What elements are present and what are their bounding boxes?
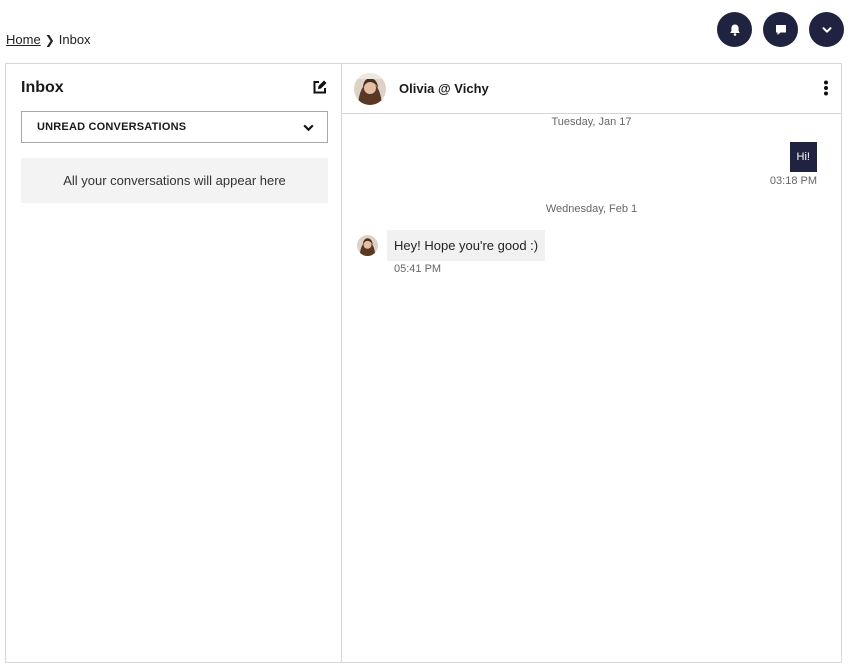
contact-avatar-icon <box>354 72 386 105</box>
inbox-title: Inbox <box>21 79 64 96</box>
outgoing-message: Hi! <box>789 142 817 172</box>
avatar[interactable] <box>354 72 386 105</box>
vertical-dots-icon <box>824 80 828 96</box>
contact-avatar-icon <box>357 235 378 256</box>
bell-icon <box>729 24 740 36</box>
chevron-down-icon <box>822 26 831 33</box>
notifications-button[interactable] <box>717 12 752 47</box>
contact-name: Olivia @ Vichy <box>399 81 489 96</box>
message-timestamp: 03:18 PM <box>769 175 817 187</box>
messages-button[interactable] <box>763 12 798 47</box>
conversation-filter-dropdown[interactable]: UNREAD CONVERSATIONS <box>21 111 328 143</box>
compose-button[interactable] <box>311 79 328 101</box>
conversation-view: Olivia @ Vichy Tuesday, Jan 17 Hi! 03:18… <box>342 64 841 662</box>
date-separator: Tuesday, Jan 17 <box>551 116 632 128</box>
account-menu-button[interactable] <box>809 12 844 47</box>
top-bar: Home ❯ Inbox <box>0 0 850 62</box>
conversation-header: Olivia @ Vichy <box>342 64 841 114</box>
chevron-down-icon <box>303 124 314 131</box>
breadcrumb-home-link[interactable]: Home <box>6 32 41 47</box>
messaging-panel: Inbox UNREAD CONVERSATIONS All your conv… <box>5 63 842 663</box>
top-actions <box>717 12 844 47</box>
chat-bubble-icon <box>775 24 786 35</box>
breadcrumb-current: Inbox <box>58 32 91 47</box>
more-options-button[interactable] <box>823 80 829 101</box>
empty-state-message: All your conversations will appear here <box>21 158 328 203</box>
breadcrumb-separator-icon: ❯ <box>44 32 55 47</box>
avatar <box>357 235 378 256</box>
date-separator: Wednesday, Feb 1 <box>545 203 638 215</box>
incoming-message: Hey! Hope you're good :) <box>387 230 546 261</box>
breadcrumb: Home ❯ Inbox <box>6 32 91 47</box>
filter-selected-value: UNREAD CONVERSATIONS <box>37 121 187 133</box>
compose-icon <box>313 80 327 94</box>
inbox-sidebar: Inbox UNREAD CONVERSATIONS All your conv… <box>6 64 342 662</box>
message-timestamp: 05:41 PM <box>394 263 442 275</box>
